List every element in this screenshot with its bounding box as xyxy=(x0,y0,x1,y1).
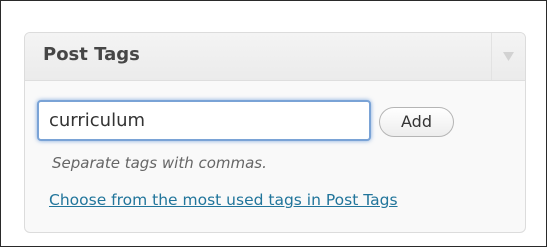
tag-help-text: Separate tags with commas. xyxy=(52,154,267,172)
post-tags-box: Post Tags Add Separate tags with commas.… xyxy=(24,32,526,233)
post-tags-title: Post Tags xyxy=(43,44,140,65)
triangle-down-icon xyxy=(503,52,514,61)
most-used-tags-link[interactable]: Choose from the most used tags in Post T… xyxy=(49,191,398,209)
new-tag-input[interactable] xyxy=(37,100,371,141)
screenshot-frame: Post Tags Add Separate tags with commas.… xyxy=(0,0,547,247)
post-tags-header: Post Tags xyxy=(25,33,525,81)
collapse-toggle[interactable] xyxy=(491,33,525,80)
add-tag-button[interactable]: Add xyxy=(379,107,454,137)
